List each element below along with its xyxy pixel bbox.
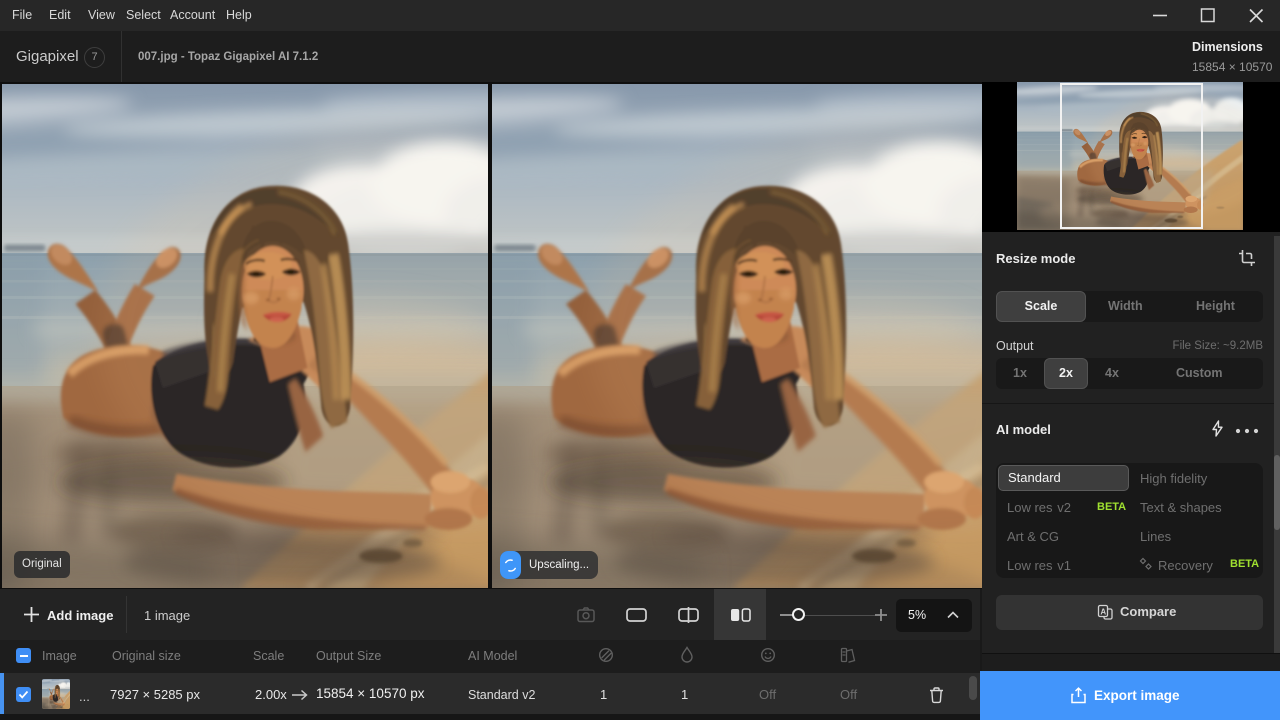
svg-text:A: A: [1100, 608, 1106, 617]
